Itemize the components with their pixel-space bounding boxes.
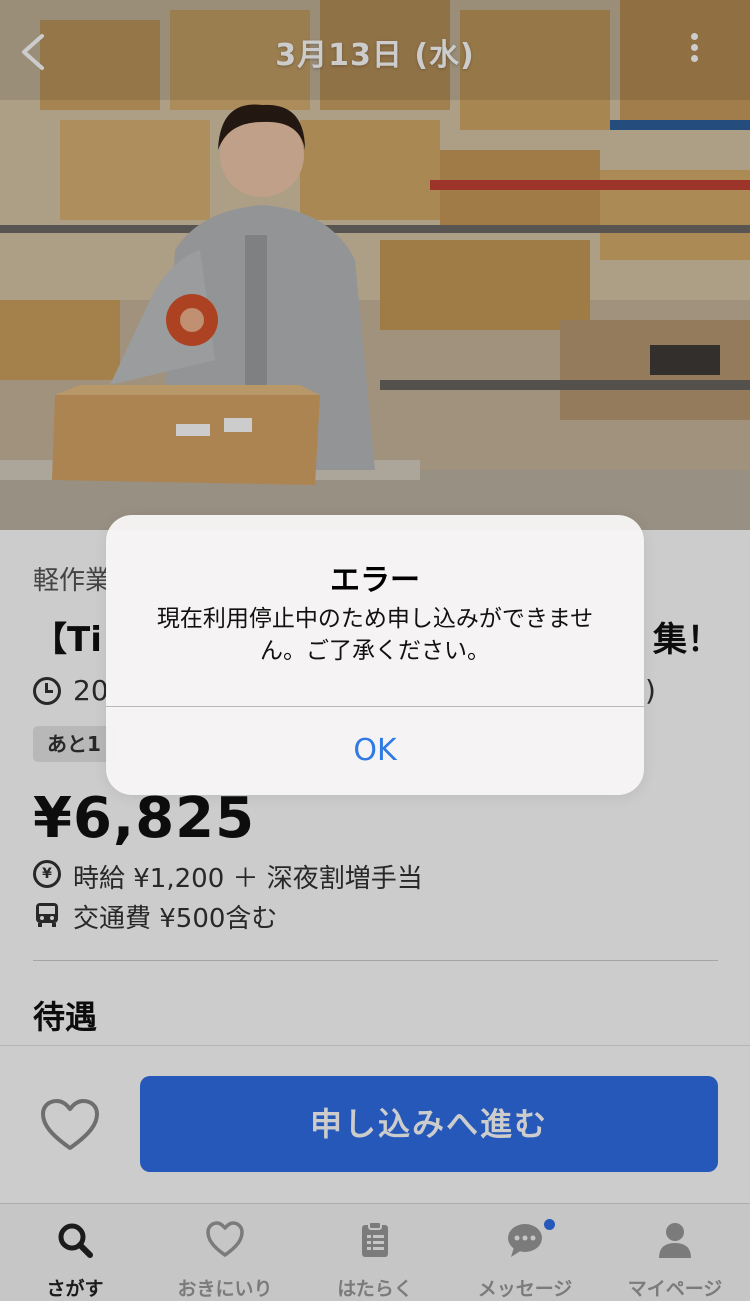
- alert-ok-button[interactable]: OK: [106, 707, 644, 795]
- alert-message: 現在利用停止中のため申し込みができません。ご了承ください。: [156, 606, 594, 664]
- alert-title: エラー: [330, 563, 420, 598]
- error-alert-dialog: エラー 現在利用停止中のため申し込みができません。ご了承ください。 OK: [106, 515, 644, 795]
